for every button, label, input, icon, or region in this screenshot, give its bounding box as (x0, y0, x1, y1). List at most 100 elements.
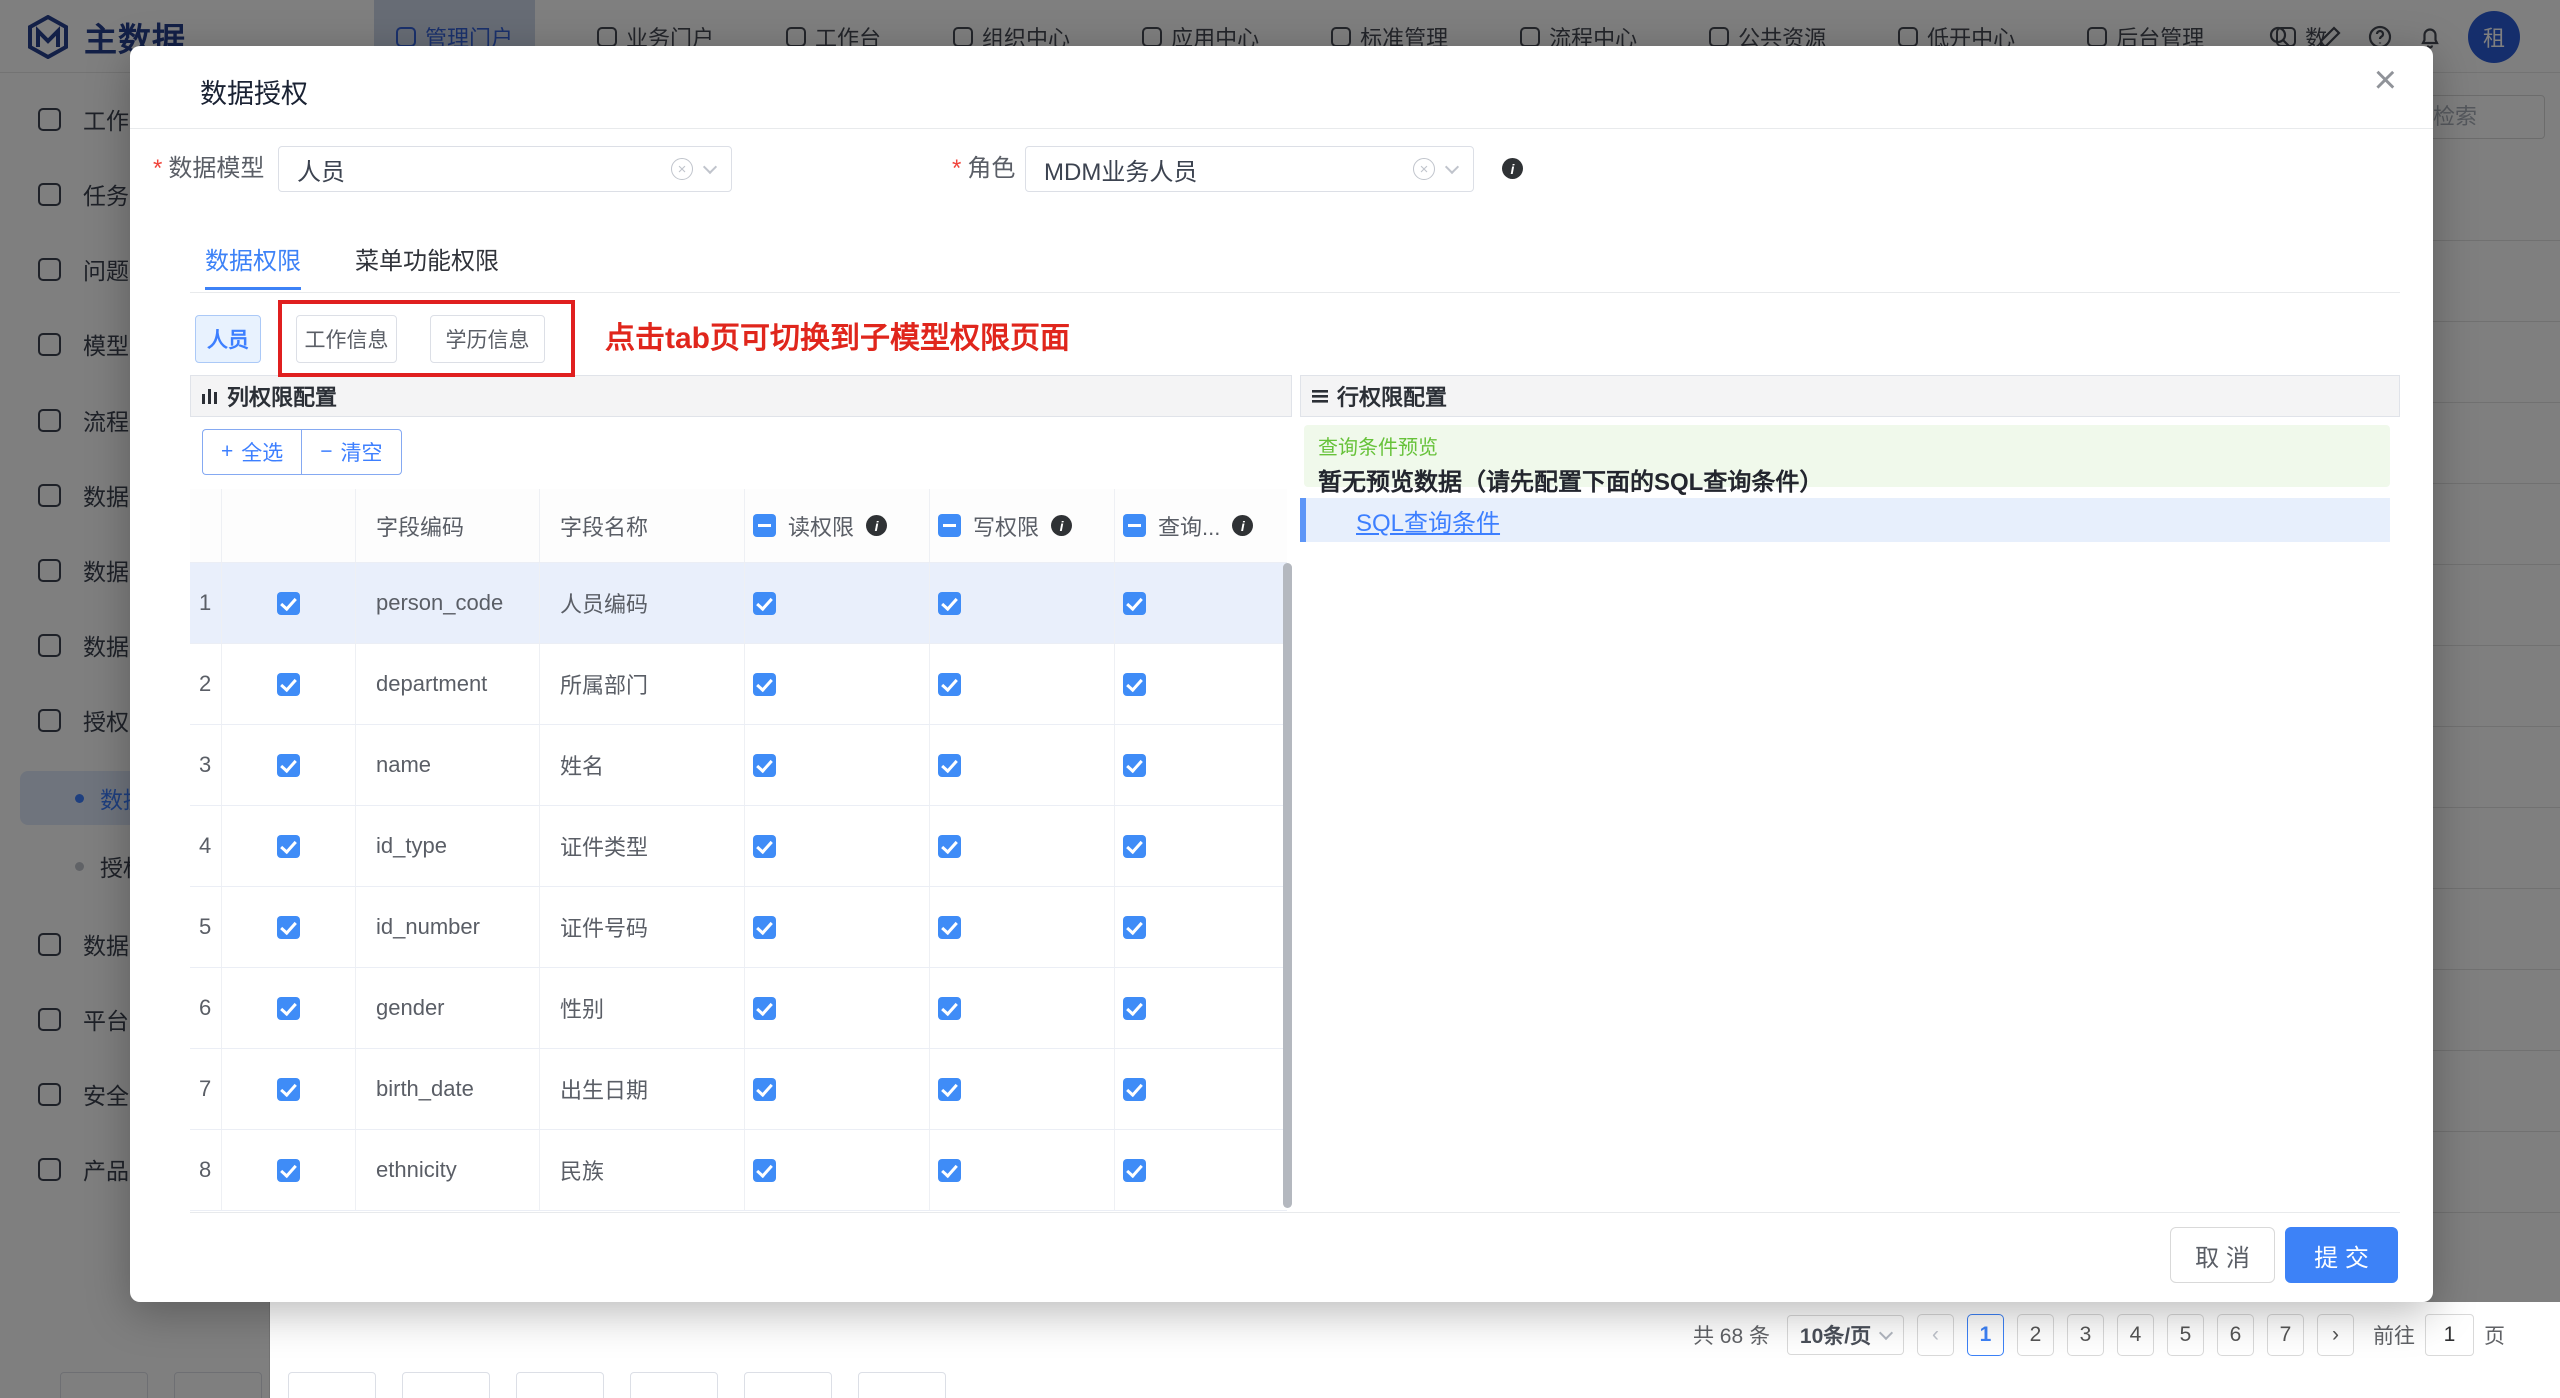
read-permission-checkbox[interactable] (753, 835, 776, 858)
write-permission-checkbox[interactable] (938, 673, 961, 696)
minus-icon: − (320, 440, 332, 464)
table-row[interactable]: 1person_code人员编码 (190, 563, 1287, 644)
query-permission-checkbox[interactable] (1123, 1078, 1146, 1101)
row-checkbox[interactable] (277, 997, 300, 1020)
write-permission-checkbox[interactable] (938, 754, 961, 777)
header-field-code: 字段编码 (356, 489, 540, 562)
clear-icon[interactable]: × (671, 158, 693, 180)
data-model-label: *数据模型 (153, 145, 264, 193)
pagination: 共 68 条 10条/页 ‹ 1234567 › 前往 1 页 (1693, 1314, 2505, 1356)
table-row[interactable]: 7birth_date出生日期 (190, 1049, 1287, 1130)
read-info-icon[interactable]: i (866, 515, 887, 536)
write-permission-checkbox[interactable] (938, 916, 961, 939)
read-permission-checkbox[interactable] (753, 1159, 776, 1182)
table-row[interactable]: 6gender性别 (190, 968, 1287, 1049)
header-field-name: 字段名称 (540, 489, 745, 562)
tab-menu-permission[interactable]: 菜单功能权限 (355, 241, 499, 290)
read-permission-checkbox[interactable] (753, 997, 776, 1020)
row-index: 5 (190, 887, 222, 967)
submit-button[interactable]: 提 交 (2285, 1227, 2398, 1283)
field-code: gender (356, 968, 540, 1048)
read-permission-checkbox[interactable] (753, 592, 776, 615)
cancel-button[interactable]: 取 消 (2170, 1227, 2275, 1283)
row-checkbox[interactable] (277, 673, 300, 696)
read-permission-checkbox[interactable] (753, 916, 776, 939)
tab-data-permission[interactable]: 数据权限 (205, 241, 301, 290)
role-info-icon[interactable]: i (1502, 158, 1523, 179)
page-button-6[interactable]: 6 (2217, 1314, 2254, 1356)
table-row[interactable]: 3name姓名 (190, 725, 1287, 806)
row-checkbox[interactable] (277, 835, 300, 858)
sql-condition-link[interactable]: SQL查询条件 (1356, 503, 1500, 538)
read-permission-checkbox[interactable] (753, 1078, 776, 1101)
query-permission-checkbox[interactable] (1123, 835, 1146, 858)
dialog-footer: 取 消 提 交 (130, 1214, 2433, 1302)
query-permission-checkbox[interactable] (1123, 754, 1146, 777)
query-select-all-checkbox[interactable] (1123, 514, 1146, 537)
preview-label: 查询条件预览 (1318, 431, 2376, 460)
row-checkbox[interactable] (277, 916, 300, 939)
permission-panels: 列权限配置 +全选 −清空 字段编码 字段名称 读权限 (190, 375, 2400, 1213)
field-permission-table: 字段编码 字段名称 读权限 i 写权限 i (190, 489, 1287, 1211)
dialog-tabs: 数据权限 菜单功能权限 (190, 231, 2400, 293)
read-permission-checkbox[interactable] (753, 754, 776, 777)
row-checkbox[interactable] (277, 754, 300, 777)
next-page-button[interactable]: › (2317, 1314, 2354, 1356)
row-index: 6 (190, 968, 222, 1048)
table-scrollbar[interactable] (1283, 563, 1292, 1208)
page-button-5[interactable]: 5 (2167, 1314, 2204, 1356)
read-select-all-checkbox[interactable] (753, 514, 776, 537)
clear-all-button[interactable]: −清空 (301, 429, 401, 475)
clear-icon[interactable]: × (1413, 158, 1435, 180)
row-checkbox[interactable] (277, 1159, 300, 1182)
table-row[interactable]: 2department所属部门 (190, 644, 1287, 725)
role-label: *角色 (952, 145, 1015, 193)
data-model-select[interactable]: 人员 × (278, 146, 732, 192)
column-permission-panel: 列权限配置 +全选 −清空 字段编码 字段名称 读权限 (190, 375, 1292, 1213)
chevron-down-icon (1445, 159, 1459, 173)
write-info-icon[interactable]: i (1051, 515, 1072, 536)
query-permission-checkbox[interactable] (1123, 1159, 1146, 1182)
table-row[interactable]: 5id_number证件号码 (190, 887, 1287, 968)
query-permission-checkbox[interactable] (1123, 997, 1146, 1020)
page-size-select[interactable]: 10条/页 (1787, 1315, 1904, 1355)
field-code: person_code (356, 563, 540, 643)
write-permission-checkbox[interactable] (938, 1078, 961, 1101)
write-permission-checkbox[interactable] (938, 592, 961, 615)
close-icon[interactable]: × (2374, 60, 2397, 100)
field-code: name (356, 725, 540, 805)
write-permission-checkbox[interactable] (938, 1159, 961, 1182)
page-button-7[interactable]: 7 (2267, 1314, 2304, 1356)
row-checkbox[interactable] (277, 1078, 300, 1101)
page-button-3[interactable]: 3 (2067, 1314, 2104, 1356)
chevron-down-icon (1879, 1325, 1893, 1339)
goto-page-input[interactable]: 1 (2425, 1314, 2474, 1356)
write-permission-checkbox[interactable] (938, 997, 961, 1020)
select-all-button[interactable]: +全选 (202, 429, 301, 475)
read-permission-checkbox[interactable] (753, 673, 776, 696)
column-panel-title: 列权限配置 (227, 380, 337, 412)
write-permission-checkbox[interactable] (938, 835, 961, 858)
page-size-value: 10条/页 (1800, 1320, 1871, 1350)
role-select[interactable]: MDM业务人员 × (1025, 146, 1474, 192)
page-button-4[interactable]: 4 (2117, 1314, 2154, 1356)
page-button-1[interactable]: 1 (1967, 1314, 2004, 1356)
write-select-all-checkbox[interactable] (938, 514, 961, 537)
query-permission-checkbox[interactable] (1123, 592, 1146, 615)
preview-empty-text: 暂无预览数据（请先配置下面的SQL查询条件） (1318, 462, 2376, 497)
subtab-person[interactable]: 人员 (195, 315, 261, 363)
selection-toolbar: +全选 −清空 (202, 429, 402, 475)
field-code: birth_date (356, 1049, 540, 1129)
prev-page-button[interactable]: ‹ (1917, 1314, 1954, 1356)
query-info-icon[interactable]: i (1232, 515, 1253, 536)
table-row[interactable]: 8ethnicity民族 (190, 1130, 1287, 1211)
table-row[interactable]: 4id_type证件类型 (190, 806, 1287, 887)
page-button-2[interactable]: 2 (2017, 1314, 2054, 1356)
dialog-form: *数据模型 人员 × *角色 MDM业务人员 × i (130, 145, 2433, 193)
query-permission-checkbox[interactable] (1123, 673, 1146, 696)
screen: 主数据 管理门户业务门户工作台组织中心应用中心标准管理流程中心公共资源低开中心后… (0, 0, 2560, 1398)
row-checkbox[interactable] (277, 592, 300, 615)
plus-icon: + (221, 440, 233, 464)
data-authorization-dialog: 数据授权 × *数据模型 人员 × *角色 MDM业务人员 × i 数据权限 菜… (130, 46, 2433, 1302)
query-permission-checkbox[interactable] (1123, 916, 1146, 939)
